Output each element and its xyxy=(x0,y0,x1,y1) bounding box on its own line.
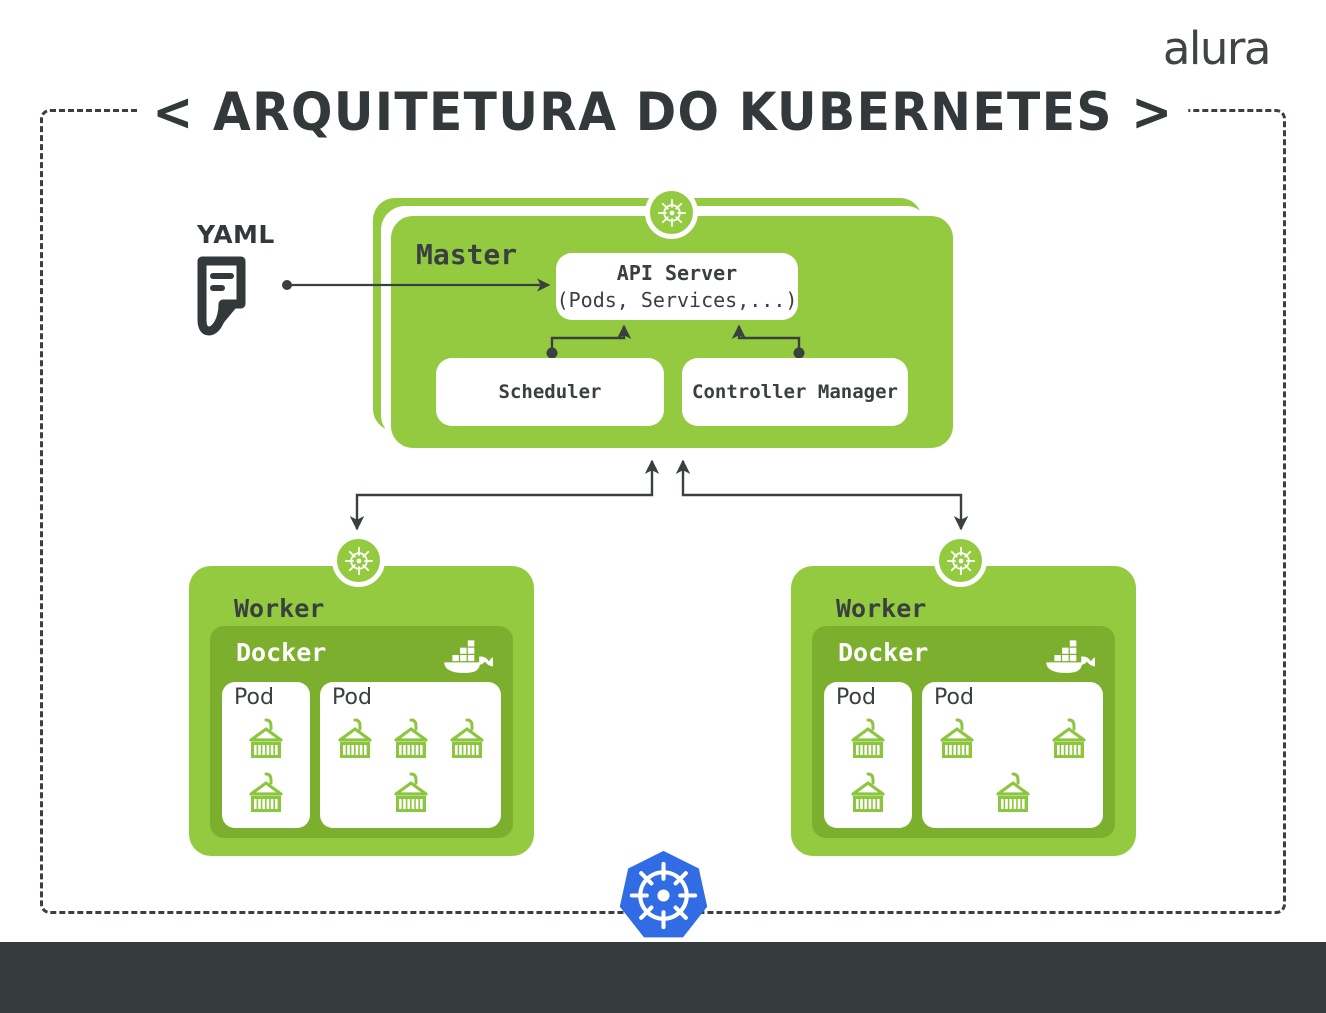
pod-card[interactable]: Pod xyxy=(922,682,1103,828)
container-icon xyxy=(989,770,1037,820)
container-icon xyxy=(443,716,491,766)
kubernetes-helm-icon xyxy=(344,546,373,575)
container-icon xyxy=(844,770,892,820)
yaml-label: YAML xyxy=(197,220,275,249)
container-icon xyxy=(844,716,892,766)
pod-label: Pod xyxy=(234,685,274,710)
pod-label: Pod xyxy=(332,685,372,710)
yaml-group: YAML xyxy=(197,222,317,342)
container-icon xyxy=(242,770,290,820)
pod-label: Pod xyxy=(934,685,974,710)
pod-card[interactable]: Pod xyxy=(824,682,912,828)
kubernetes-helm-icon xyxy=(946,546,975,575)
pod-container-grid xyxy=(824,716,912,820)
api-server-subtitle: (Pods, Services,...) xyxy=(556,287,798,312)
worker-right-label: Worker xyxy=(836,594,927,623)
worker-node-left[interactable]: Worker Docker Pod Pod xyxy=(189,566,534,856)
controller-manager-card[interactable]: Controller Manager xyxy=(682,358,908,426)
docker-whale-icon xyxy=(444,640,493,673)
scheduler-label: Scheduler xyxy=(498,381,602,403)
pod-card[interactable]: Pod xyxy=(320,682,501,828)
kubernetes-logo-icon xyxy=(619,850,708,938)
worker-left-label: Worker xyxy=(234,594,325,623)
page-title-text: < ARQUITETURA DO KUBERNETES > xyxy=(137,80,1189,145)
docker-whale-icon xyxy=(1046,640,1095,673)
kubernetes-helm-icon xyxy=(657,198,686,227)
diagram-canvas: alura < ARQUITETURA DO KUBERNETES > YAML… xyxy=(0,0,1326,1013)
worker-left-docker-label: Docker xyxy=(236,638,327,667)
container-icon xyxy=(387,770,435,820)
worker-right-pods: Pod Pod xyxy=(824,682,1103,828)
controller-manager-label: Controller Manager xyxy=(692,381,898,403)
footer-bar xyxy=(0,942,1326,1013)
worker-left-pods: Pod Pod xyxy=(222,682,501,828)
master-kubernetes-badge xyxy=(645,186,698,239)
yaml-file-icon xyxy=(197,256,246,336)
worker-left-docker-band: Docker Pod Pod xyxy=(210,626,513,838)
pod-container-grid xyxy=(922,716,1103,820)
api-server-title: API Server xyxy=(616,260,738,285)
pod-label: Pod xyxy=(836,685,876,710)
container-icon xyxy=(933,716,981,766)
worker-left-kubernetes-badge xyxy=(332,534,385,587)
worker-right-docker-band: Docker Pod Pod xyxy=(812,626,1115,838)
scheduler-card[interactable]: Scheduler xyxy=(436,358,664,426)
pod-container-grid xyxy=(222,716,310,820)
api-server-card[interactable]: API Server (Pods, Services,...) xyxy=(556,253,798,320)
container-icon xyxy=(387,716,435,766)
alura-logo: alura xyxy=(1162,22,1272,75)
worker-right-docker-label: Docker xyxy=(838,638,929,667)
pod-card[interactable]: Pod xyxy=(222,682,310,828)
container-icon xyxy=(331,716,379,766)
pod-container-grid xyxy=(320,716,501,820)
worker-node-right[interactable]: Worker Docker Pod Pod xyxy=(791,566,1136,856)
container-icon xyxy=(1045,716,1093,766)
master-label: Master xyxy=(416,238,518,271)
page-title: < ARQUITETURA DO KUBERNETES > xyxy=(0,80,1326,145)
container-icon xyxy=(242,716,290,766)
worker-right-kubernetes-badge xyxy=(934,534,987,587)
